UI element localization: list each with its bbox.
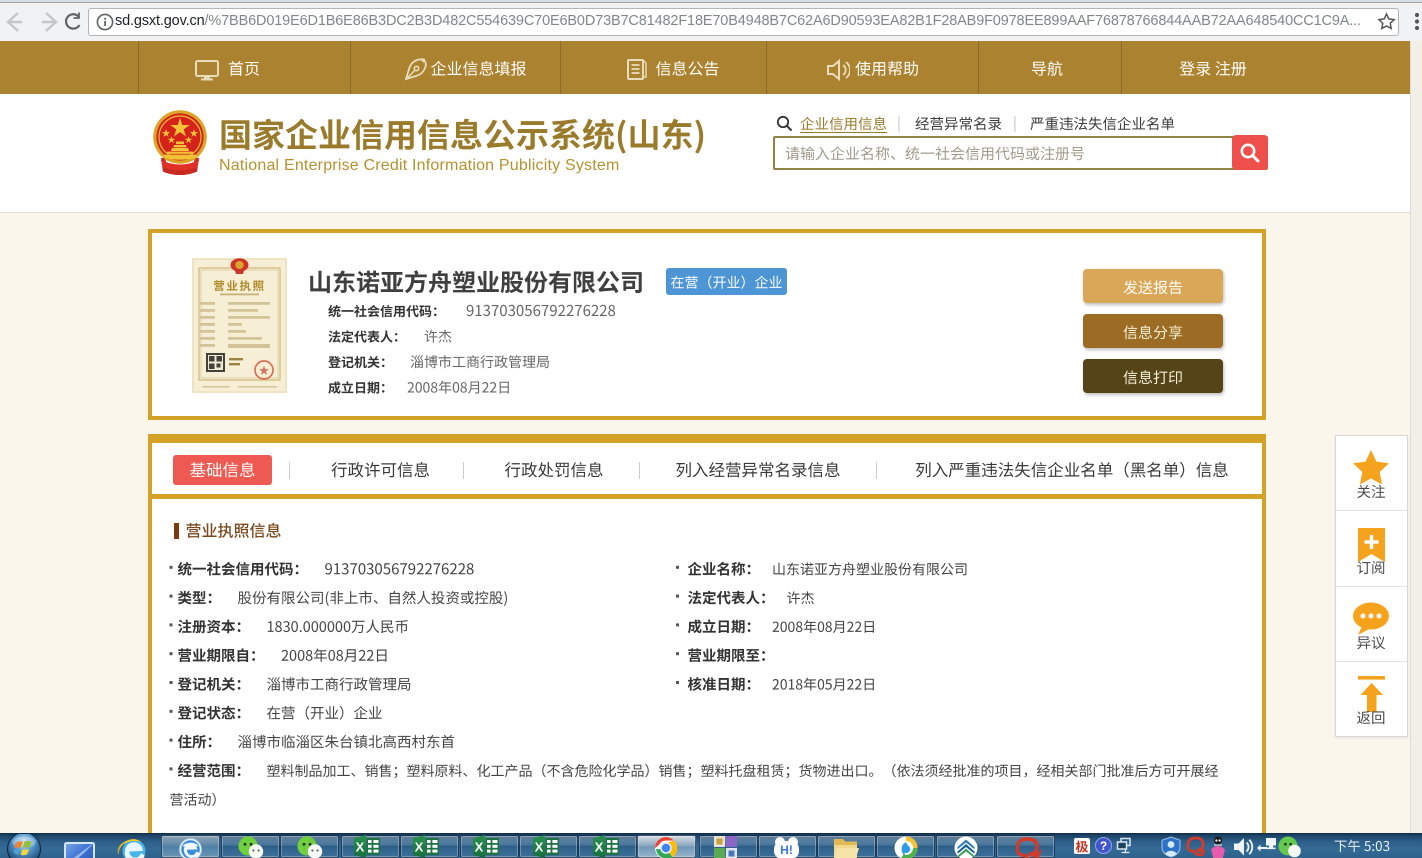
svg-text:?: ? [1100,839,1107,853]
svg-text:X: X [356,840,365,855]
svg-text:H!: H! [780,843,793,857]
